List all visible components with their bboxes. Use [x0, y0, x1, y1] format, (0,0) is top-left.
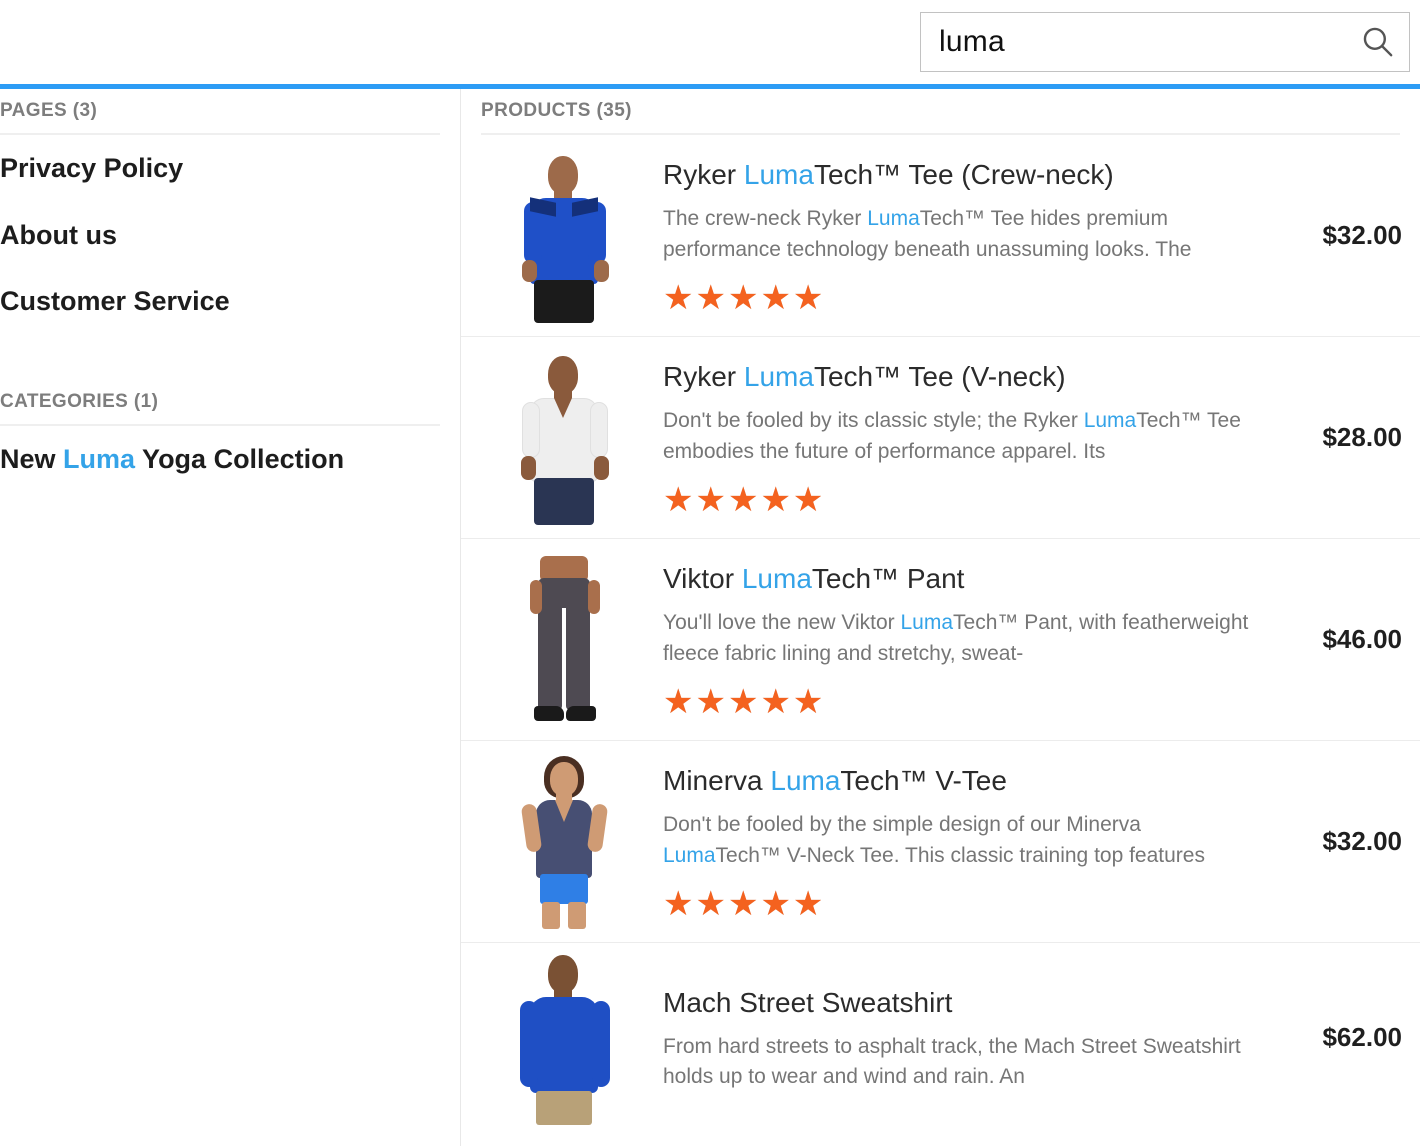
sidebar-item-new-luma-yoga-collection[interactable]: New Luma Yoga Collection	[0, 426, 460, 493]
sidebar-item-about-us[interactable]: About us	[0, 202, 460, 269]
product-details: Ryker LumaTech™ Tee (V-neck) Don't be fo…	[631, 337, 1270, 538]
product-thumbnail	[501, 539, 631, 740]
sidebar-item-privacy-policy[interactable]: Privacy Policy	[0, 135, 460, 202]
product-title-pre: Ryker	[663, 361, 744, 393]
product-desc-highlight: Luma	[867, 207, 920, 231]
product-title[interactable]: Ryker LumaTech™ Tee (Crew-neck)	[663, 158, 1252, 191]
product-row[interactable]: Minerva LumaTech™ V-Tee Don't be fooled …	[461, 741, 1420, 943]
rating-stars-filled: ★★★★★	[663, 482, 826, 517]
search-box[interactable]	[920, 12, 1410, 72]
products-heading: PRODUCTS (35)	[481, 88, 1400, 135]
product-price: $46.00	[1322, 624, 1402, 654]
product-desc-pre: Don't be fooled by its classic style; th…	[663, 409, 1084, 433]
accent-bar	[0, 84, 1420, 89]
product-title[interactable]: Mach Street Sweatshirt	[663, 986, 1252, 1019]
product-description: You'll love the new Viktor LumaTech™ Pan…	[663, 608, 1252, 669]
product-desc-pre: From hard streets to asphalt track, the …	[663, 1034, 1241, 1089]
product-title-post: Tech™ Tee (V-neck)	[813, 361, 1066, 393]
product-thumbnail	[501, 135, 631, 336]
product-title-highlight: Luma	[743, 159, 814, 191]
sidebar-section-pages: PAGES (3) Privacy Policy About us Custom…	[0, 88, 460, 335]
product-desc-pre: You'll love the new Viktor	[663, 611, 901, 635]
product-price-cell: $32.00	[1270, 741, 1420, 942]
content-area: PAGES (3) Privacy Policy About us Custom…	[0, 88, 1420, 1146]
category-label-post: Yoga Collection	[135, 444, 345, 475]
rating-stars-filled: ★★★★★	[663, 886, 826, 921]
search-icon	[1360, 24, 1394, 61]
products-panel: PRODUCTS (35) Ryker LumaTech™ Tee (Crew-…	[461, 88, 1420, 1146]
product-desc-pre: Don't be fooled by the simple design of …	[663, 813, 1141, 837]
product-title-pre: Minerva	[663, 765, 771, 797]
product-rating: ★★★★★ ★★★★★	[663, 483, 1252, 519]
product-desc-highlight: Luma	[1083, 409, 1137, 433]
product-desc-post: Tech™ V-Neck Tee. This classic training …	[715, 843, 1205, 867]
product-title-pre: Mach Street Sweatshirt	[663, 986, 953, 1018]
sidebar-heading-pages: PAGES (3)	[0, 88, 440, 135]
sidebar-heading-categories: CATEGORIES (1)	[0, 379, 440, 427]
product-title-pre: Ryker	[663, 159, 744, 191]
product-price-cell: $46.00	[1270, 539, 1420, 740]
product-title-post: Tech™ V-Tee	[840, 765, 1007, 797]
product-details: Viktor LumaTech™ Pant You'll love the ne…	[631, 539, 1270, 740]
product-details: Minerva LumaTech™ V-Tee Don't be fooled …	[631, 741, 1270, 942]
product-row[interactable]: Viktor LumaTech™ Pant You'll love the ne…	[461, 539, 1420, 741]
product-price: $32.00	[1322, 220, 1402, 250]
product-title-post: Tech™ Tee (Crew-neck)	[813, 159, 1114, 191]
product-title-highlight: Luma	[770, 765, 841, 797]
category-label-pre: New	[0, 444, 64, 475]
product-row[interactable]: Ryker LumaTech™ Tee (V-neck) Don't be fo…	[461, 337, 1420, 539]
product-thumbnail	[501, 337, 631, 538]
product-thumbnail	[501, 943, 631, 1131]
product-rating: ★★★★★ ★★★★★	[663, 281, 1252, 317]
sidebar-item-customer-service[interactable]: Customer Service	[0, 268, 460, 335]
category-label-highlight: Luma	[63, 444, 136, 475]
product-details: Ryker LumaTech™ Tee (Crew-neck) The crew…	[631, 135, 1270, 336]
product-thumbnail	[501, 741, 631, 942]
sidebar: PAGES (3) Privacy Policy About us Custom…	[0, 88, 461, 1146]
product-description: Don't be fooled by the simple design of …	[663, 810, 1252, 871]
search-header	[0, 0, 1420, 89]
product-details: Mach Street Sweatshirt From hard streets…	[631, 943, 1270, 1131]
product-description: The crew-neck Ryker LumaTech™ Tee hides …	[663, 204, 1252, 265]
product-desc-highlight: Luma	[663, 843, 716, 867]
product-price: $62.00	[1322, 1021, 1402, 1052]
rating-stars-filled: ★★★★★	[663, 684, 826, 719]
product-price: $32.00	[1322, 826, 1402, 856]
product-desc-pre: The crew-neck Ryker	[663, 207, 868, 231]
product-row[interactable]: Ryker LumaTech™ Tee (Crew-neck) The crew…	[461, 135, 1420, 337]
product-price-cell: $32.00	[1270, 135, 1420, 336]
search-input[interactable]	[921, 13, 1345, 71]
product-title-post: Tech™ Pant	[811, 563, 965, 595]
search-button[interactable]	[1345, 13, 1409, 71]
product-row[interactable]: Mach Street Sweatshirt From hard streets…	[461, 943, 1420, 1131]
sidebar-section-categories: CATEGORIES (1) New Luma Yoga Collection	[0, 379, 460, 493]
product-description: Don't be fooled by its classic style; th…	[663, 406, 1252, 467]
product-title[interactable]: Minerva LumaTech™ V-Tee	[663, 764, 1252, 797]
product-title-pre: Viktor	[663, 563, 742, 595]
product-price-cell: $28.00	[1270, 337, 1420, 538]
product-title[interactable]: Viktor LumaTech™ Pant	[663, 562, 1252, 595]
product-title-highlight: Luma	[743, 361, 814, 393]
product-desc-highlight: Luma	[900, 611, 954, 635]
product-price: $28.00	[1322, 422, 1402, 452]
rating-stars-filled: ★★★★★	[663, 280, 826, 315]
product-rating: ★★★★★ ★★★★★	[663, 685, 1252, 721]
product-price-cell: $62.00	[1270, 943, 1420, 1131]
product-description: From hard streets to asphalt track, the …	[663, 1032, 1252, 1093]
product-rating: ★★★★★ ★★★★★	[663, 887, 1252, 923]
product-title-highlight: Luma	[741, 563, 812, 595]
product-title[interactable]: Ryker LumaTech™ Tee (V-neck)	[663, 360, 1252, 393]
